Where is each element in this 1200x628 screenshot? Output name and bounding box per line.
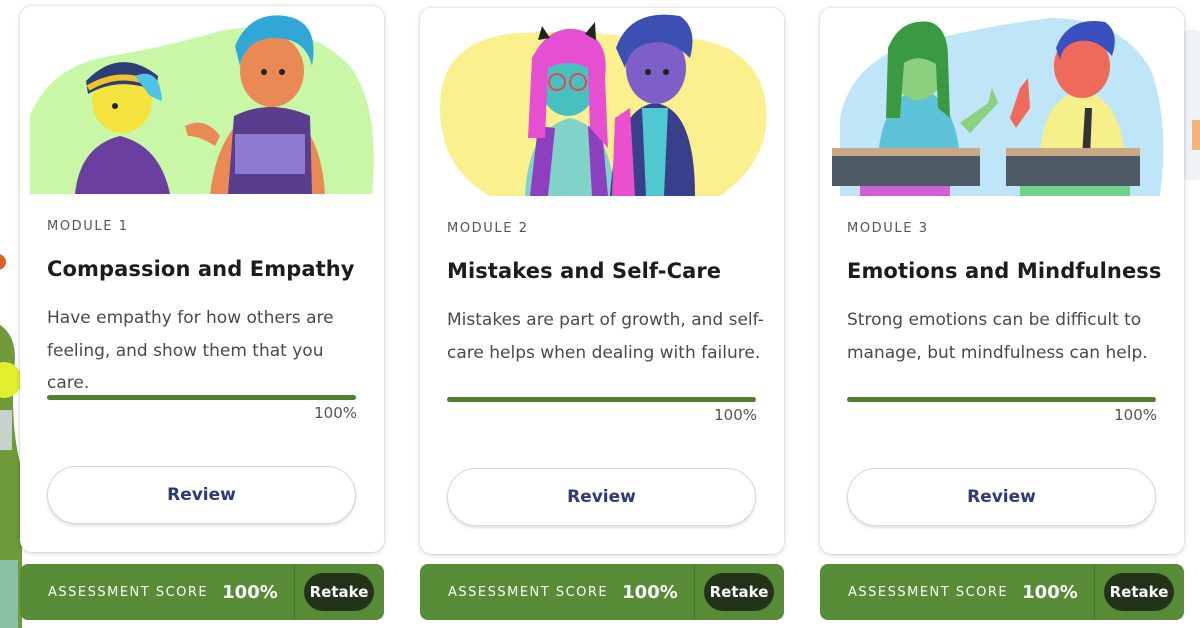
retake-button[interactable]: Retake — [1104, 573, 1174, 611]
progress-percent: 100% — [1114, 406, 1157, 424]
review-button[interactable]: Review — [447, 468, 756, 526]
progress-fill — [447, 397, 756, 402]
progress-percent: 100% — [714, 406, 757, 424]
module-description: Have empathy for how others are feeling,… — [47, 308, 334, 393]
divider — [1094, 564, 1095, 620]
assessment-bar-1: ASSESSMENT SCORE 100% Retake — [20, 564, 384, 620]
module-1-illustration — [30, 15, 374, 194]
module-description: Mistakes are part of growth, and self-ca… — [447, 310, 764, 363]
assessment-bar-2: ASSESSMENT SCORE 100% Retake — [420, 564, 784, 620]
assessment-label: ASSESSMENT SCORE — [448, 584, 609, 600]
progress-fill — [847, 397, 1156, 402]
assessment-score: 100% — [1022, 581, 1078, 603]
divider — [294, 564, 295, 620]
progress-bar — [847, 397, 1156, 402]
module-3-illustration — [832, 18, 1164, 196]
module-2-illustration — [440, 14, 767, 196]
assessment-label: ASSESSMENT SCORE — [48, 584, 209, 600]
assessment-label: ASSESSMENT SCORE — [848, 584, 1009, 600]
module-title: Emotions and Mindfulness — [847, 259, 1162, 283]
review-button[interactable]: Review — [847, 468, 1156, 526]
module-label: MODULE 2 — [447, 221, 529, 236]
module-title: Mistakes and Self-Care — [447, 259, 722, 283]
module-card-1: MODULE 1 Compassion and Empathy Have emp… — [20, 6, 384, 552]
left-edge-illustration — [0, 0, 22, 628]
progress-bar — [447, 397, 756, 402]
module-description: Strong emotions can be difficult to mana… — [847, 310, 1148, 363]
module-label: MODULE 1 — [47, 219, 129, 234]
review-button[interactable]: Review — [47, 466, 356, 524]
module-label: MODULE 3 — [847, 221, 929, 236]
progress-fill — [47, 395, 356, 400]
right-edge-illustration — [1184, 0, 1200, 628]
retake-button[interactable]: Retake — [304, 573, 374, 611]
module-title: Compassion and Empathy — [47, 257, 355, 281]
progress-percent: 100% — [314, 404, 357, 422]
assessment-score: 100% — [222, 581, 278, 603]
retake-button[interactable]: Retake — [704, 573, 774, 611]
progress-bar — [47, 395, 356, 400]
module-card-2: MODULE 2 Mistakes and Self-Care Mistakes… — [420, 8, 784, 554]
assessment-bar-3: ASSESSMENT SCORE 100% Retake — [820, 564, 1184, 620]
divider — [694, 564, 695, 620]
module-card-3: MODULE 3 Emotions and Mindfulness Strong… — [820, 8, 1184, 554]
assessment-score: 100% — [622, 581, 678, 603]
